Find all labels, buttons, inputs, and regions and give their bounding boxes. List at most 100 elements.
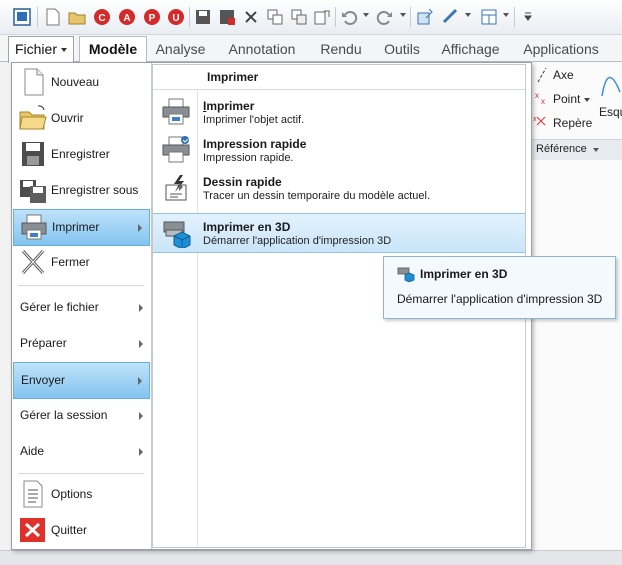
paste-window-icon[interactable] xyxy=(312,7,332,27)
svg-text:C: C xyxy=(98,13,105,24)
menu-item-label: Préparer xyxy=(20,336,67,350)
menu-item-nouveau[interactable]: Nouveau xyxy=(13,65,150,100)
submenu-arrow-icon xyxy=(139,340,143,348)
menu-item-aide[interactable]: Aide xyxy=(13,434,150,469)
chevron-down-icon xyxy=(584,98,590,102)
tab-analyse[interactable]: Analyse xyxy=(147,37,214,61)
menu-item-label: Envoyer xyxy=(21,373,66,387)
quick-drawing-icon xyxy=(160,173,192,203)
csys-icon: x xyxy=(533,116,546,126)
menu-item-label: Aide xyxy=(20,444,45,458)
menu-item-label: Fermer xyxy=(51,255,90,269)
tab-applications[interactable]: Applications xyxy=(512,37,610,61)
ribbon-tabs: Fichier Modèle Analyse Annotation Rendu … xyxy=(0,35,622,63)
submenu-item-imprimer-3d[interactable]: Imprimer en 3D Démarrer l'application d'… xyxy=(153,213,525,253)
submenu-arrow-icon xyxy=(138,224,142,232)
menu-item-ouvrir[interactable]: Ouvrir xyxy=(13,101,150,136)
tab-rendu[interactable]: Rendu xyxy=(310,37,372,61)
regenerate-model-icon[interactable] xyxy=(415,7,435,27)
erase-icon[interactable] xyxy=(241,7,261,27)
svg-text:P: P xyxy=(149,13,156,24)
regenerate-icon[interactable] xyxy=(265,7,285,27)
submenu-arrow-icon xyxy=(139,448,143,456)
svg-text:x: x xyxy=(533,116,537,123)
svg-text:U: U xyxy=(172,13,179,24)
repere-button[interactable]: Repère xyxy=(553,116,592,130)
tab-outils[interactable]: Outils xyxy=(375,37,429,61)
menu-item-preparer[interactable]: Préparer xyxy=(13,326,150,361)
submenu-item-title-rest: mprimer xyxy=(206,99,255,113)
open-file-icon[interactable] xyxy=(67,7,87,27)
submenu-item-dessin-rapide[interactable]: Dessin rapide Tracer un dessin temporair… xyxy=(153,169,525,207)
save-icon xyxy=(18,139,48,169)
menu-item-gerer-fichier[interactable]: Gérer le fichier xyxy=(13,290,150,325)
tab-affichage[interactable]: Affichage xyxy=(432,37,509,61)
submenu-item-title: Dessin rapide xyxy=(203,175,282,189)
submenu-title-text: Imprimer xyxy=(207,70,259,84)
submenu-arrow-icon xyxy=(138,377,142,385)
menu-item-label: Gérer la session xyxy=(20,408,108,422)
model-canvas[interactable] xyxy=(525,160,622,564)
print-3d-icon xyxy=(160,218,192,250)
tooltip: Imprimer en 3D Démarrer l'application d'… xyxy=(383,256,616,319)
submenu-item-description: Imprimer l'objet actif. xyxy=(203,114,305,126)
save-icon[interactable] xyxy=(193,7,213,27)
chevron-down-icon xyxy=(61,48,67,53)
axe-button[interactable]: Axe xyxy=(553,68,574,82)
submenu-arrow-icon xyxy=(179,183,183,191)
menu-item-enregistrer-sous[interactable]: Enregistrer sous xyxy=(13,173,150,208)
menu-item-fermer[interactable]: Fermer xyxy=(13,245,150,280)
submenu-item-title: Imprimer xyxy=(203,99,255,113)
menu-item-label: Ouvrir xyxy=(51,111,84,125)
red-p-icon[interactable]: P xyxy=(142,7,162,27)
red-a-icon[interactable]: A xyxy=(117,7,137,27)
point-icon: xx xyxy=(535,91,545,106)
chevron-down-icon xyxy=(593,148,599,152)
menu-item-label: Options xyxy=(51,487,93,501)
save-close-icon[interactable] xyxy=(217,7,237,27)
menu-item-label: Enregistrer xyxy=(51,147,110,161)
submenu-arrow-icon xyxy=(139,304,143,312)
quit-icon xyxy=(18,515,48,545)
submenu-arrow-icon xyxy=(139,412,143,420)
red-c-icon[interactable]: C xyxy=(92,7,112,27)
menu-item-envoyer[interactable]: Envoyer xyxy=(13,362,150,399)
copy-window-icon[interactable] xyxy=(289,7,309,27)
open-folder-icon xyxy=(18,103,48,133)
menu-item-enregistrer[interactable]: Enregistrer xyxy=(13,137,150,172)
menu-item-quitter[interactable]: Quitter xyxy=(13,513,150,548)
undo-icon[interactable] xyxy=(339,7,359,27)
submenu-item-description: Tracer un dessin temporaire du modèle ac… xyxy=(203,190,431,202)
status-strip xyxy=(0,550,622,565)
tab-modele[interactable]: Modèle xyxy=(79,36,147,63)
window-icon[interactable] xyxy=(12,7,32,27)
menu-item-options[interactable]: Options xyxy=(13,477,150,512)
tab-file[interactable]: Fichier xyxy=(8,36,74,63)
printer-icon xyxy=(19,212,49,242)
customize-toolbar-icon[interactable] xyxy=(518,7,538,27)
file-menu-commands: Nouveau Ouvrir Enregistrer Enregistrer s… xyxy=(12,63,152,549)
submenu-item-impression-rapide[interactable]: Impression rapide Impression rapide. xyxy=(153,131,525,169)
menu-item-imprimer[interactable]: Imprimer xyxy=(13,209,150,246)
submenu-item-description: Démarrer l'application d'impression 3D xyxy=(203,235,392,247)
windows-icon[interactable] xyxy=(479,7,499,27)
tooltip-title: Imprimer en 3D xyxy=(420,267,508,281)
new-file-icon[interactable] xyxy=(43,7,63,27)
reference-group-label[interactable]: Référence xyxy=(536,143,587,155)
submenu-item-title: Imprimer en 3D xyxy=(203,220,291,234)
sketch-button[interactable]: Esqu xyxy=(599,105,622,119)
sketch-icon xyxy=(601,76,621,97)
point-button[interactable]: Point xyxy=(553,92,580,106)
menu-item-label: Imprimer xyxy=(52,220,100,234)
svg-text:x: x xyxy=(541,97,545,106)
svg-text:x: x xyxy=(535,91,539,100)
reference-group-bar: Référence xyxy=(525,139,622,161)
measure-icon[interactable] xyxy=(441,7,461,27)
redo-icon[interactable] xyxy=(375,7,395,27)
options-icon xyxy=(18,479,48,509)
submenu-item-imprimer[interactable]: Imprimer Imprimer l'objet actif. xyxy=(153,93,525,131)
menu-item-gerer-session[interactable]: Gérer la session xyxy=(13,398,150,433)
tab-annotation[interactable]: Annotation xyxy=(217,37,307,61)
tab-file-label: Fichier xyxy=(14,41,57,57)
red-u-icon[interactable]: U xyxy=(166,7,186,27)
